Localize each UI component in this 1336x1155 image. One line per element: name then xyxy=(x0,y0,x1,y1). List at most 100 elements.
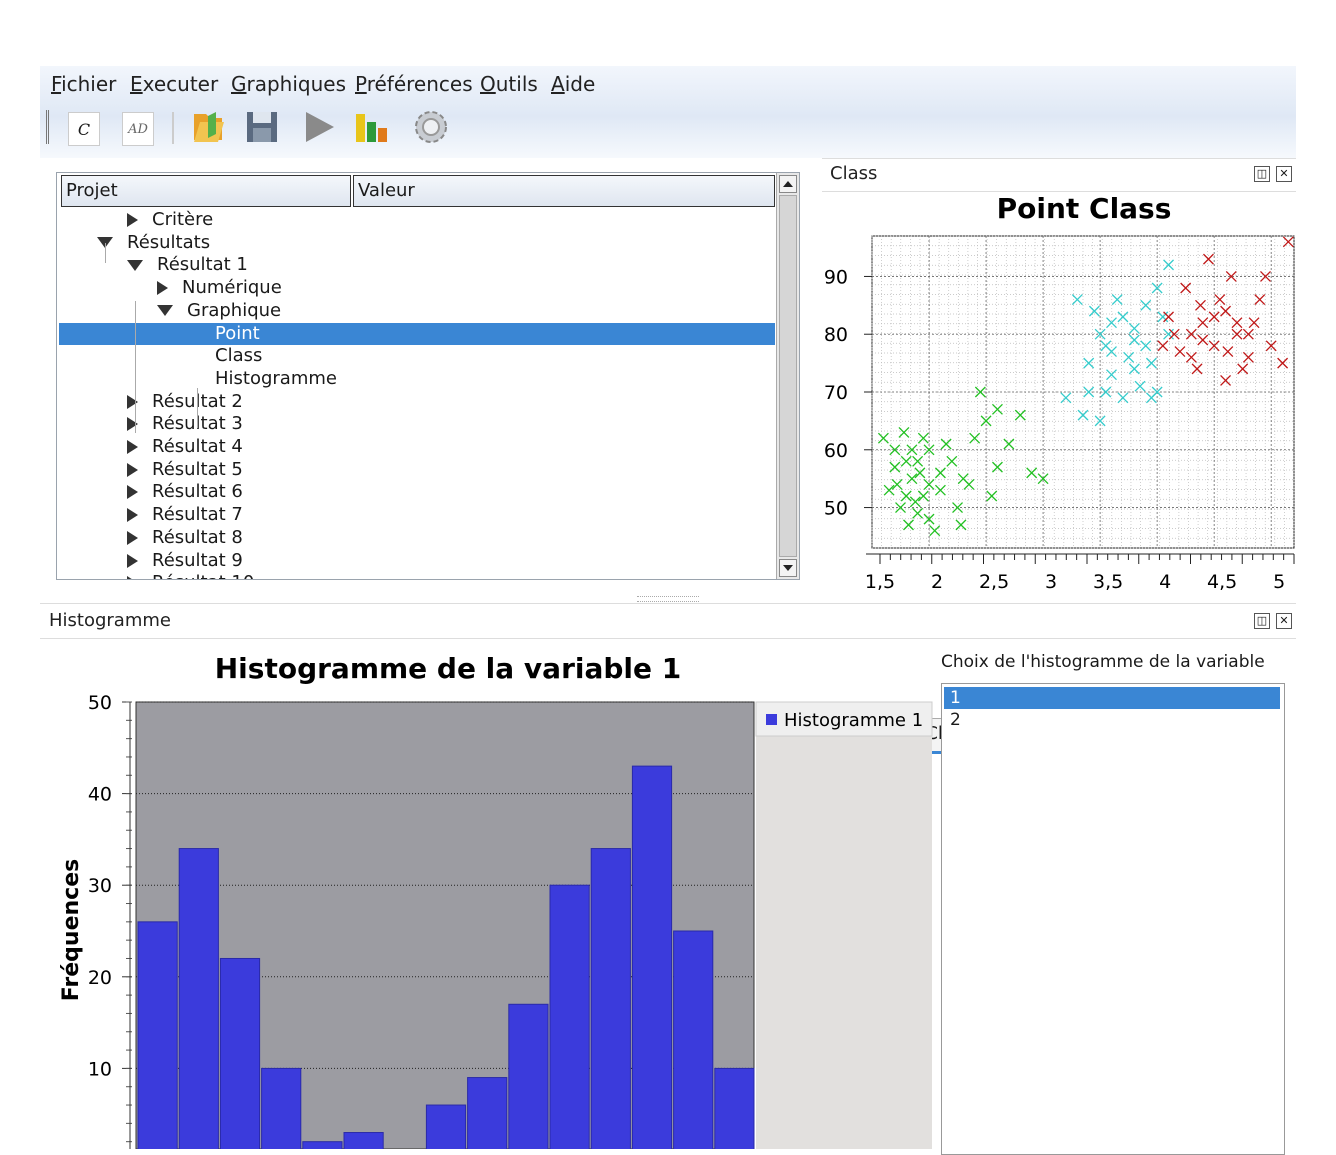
column-header-project[interactable]: Projet xyxy=(61,175,351,207)
tree-item[interactable]: Résultat 7 xyxy=(127,504,243,526)
histogram-choice-item[interactable]: 1 xyxy=(944,687,1280,709)
close-icon[interactable]: ✕ xyxy=(1276,166,1292,182)
chart-icon[interactable] xyxy=(354,108,394,146)
histogram-choice-item[interactable]: 2 xyxy=(944,709,1280,731)
scatter-title: Point Class xyxy=(997,192,1172,225)
c-doc-icon[interactable]: C xyxy=(68,112,100,146)
expanded-arrow-icon[interactable] xyxy=(157,305,173,317)
column-header-value[interactable]: Valeur xyxy=(353,175,775,207)
float-icon[interactable]: ◫ xyxy=(1254,613,1270,629)
tree-scrollbar[interactable] xyxy=(776,173,799,579)
menu-mnemonic: A xyxy=(551,72,565,96)
scatter-x-tick-label: 4,5 xyxy=(1207,571,1237,593)
menu-mnemonic: E xyxy=(130,72,143,96)
collapsed-arrow-icon[interactable] xyxy=(127,213,138,227)
tree-item-label: Résultat 10 xyxy=(152,572,254,579)
menu-1[interactable]: Executer xyxy=(130,72,218,96)
tree-item-label: Résultat 5 xyxy=(152,458,243,480)
gear-icon[interactable] xyxy=(412,108,452,146)
collapsed-arrow-icon[interactable] xyxy=(127,553,138,568)
class-dock-header xyxy=(822,158,1296,192)
scatter-x-tick-label: 2,5 xyxy=(979,571,1009,593)
tree-item-label: Critère xyxy=(152,209,214,230)
collapsed-arrow-icon[interactable] xyxy=(127,440,138,454)
menu-4[interactable]: Outils xyxy=(480,72,538,96)
tree-item[interactable]: Résultat 9 xyxy=(127,550,243,572)
tree-item[interactable]: Numérique xyxy=(157,277,282,299)
histogram-y-tick-label: 50 xyxy=(88,692,112,714)
menu-0[interactable]: Fichier xyxy=(51,72,116,96)
tree-item[interactable]: Class xyxy=(215,345,262,367)
tree-item[interactable]: Graphique xyxy=(157,300,281,322)
scroll-up-button[interactable] xyxy=(779,175,797,193)
tree-item-label: Résultat 9 xyxy=(152,549,243,571)
histogram-bar xyxy=(261,1067,302,1149)
histogram-title: Histogramme de la variable 1 xyxy=(215,652,681,685)
menu-label-rest: utils xyxy=(495,72,538,96)
collapsed-arrow-icon[interactable] xyxy=(127,485,138,500)
collapsed-arrow-icon[interactable] xyxy=(127,417,138,432)
expanded-arrow-icon[interactable] xyxy=(127,259,143,271)
menu-3[interactable]: Préférences xyxy=(355,72,473,96)
menu-5[interactable]: Aide xyxy=(551,72,595,96)
histogram-dock-header: Histogramme ◫ ✕ xyxy=(40,603,1296,639)
project-tree[interactable]: Projet Valeur Critère Résultats Résultat 1… xyxy=(56,172,800,580)
histogram-bar xyxy=(714,1067,755,1149)
histogram-choice-list[interactable]: 12 xyxy=(941,683,1285,1155)
tree-item[interactable]: Critère xyxy=(127,209,213,231)
collapsed-arrow-icon[interactable] xyxy=(127,462,138,477)
chevron-down-icon xyxy=(783,565,793,571)
legend-label: Histogramme 1 xyxy=(784,710,923,731)
tree-item-label: Graphique xyxy=(187,299,282,321)
scatter-x-tick-label: 3,5 xyxy=(1093,571,1123,593)
collapsed-arrow-icon[interactable] xyxy=(127,530,138,545)
tree-item[interactable]: Résultats xyxy=(97,232,210,254)
tree-item-label: Résultat 7 xyxy=(152,504,243,526)
tree-item[interactable]: Point xyxy=(215,323,260,345)
tree-selection xyxy=(59,322,775,345)
tree-item[interactable]: Résultat 2 xyxy=(127,391,243,413)
collapsed-arrow-icon[interactable] xyxy=(127,508,138,523)
histogram-bar xyxy=(425,1104,467,1149)
tree-item[interactable]: Résultat 10 xyxy=(127,572,254,579)
save-icon[interactable] xyxy=(244,108,280,146)
scroll-down-button[interactable] xyxy=(779,559,797,577)
histogram-bar xyxy=(219,957,261,1149)
histogram-bar xyxy=(178,848,219,1149)
run-icon[interactable] xyxy=(302,108,338,146)
splitter-handle[interactable] xyxy=(637,596,699,602)
tree-item[interactable]: Résultat 8 xyxy=(127,527,243,549)
toolbar-grip[interactable] xyxy=(46,110,55,144)
tree-item-label: Numérique xyxy=(182,277,282,299)
histogram-dock-title: Histogramme xyxy=(49,610,171,631)
c-doc-label: C xyxy=(77,119,91,139)
histogram-y-label: Fréquences xyxy=(59,859,84,1001)
scroll-thumb[interactable] xyxy=(779,195,797,557)
open-folder-icon[interactable] xyxy=(190,108,226,146)
tree-guide-line xyxy=(135,301,136,433)
histogram-bar xyxy=(673,930,714,1149)
close-icon[interactable]: ✕ xyxy=(1276,613,1292,629)
tree-item-label: Histogramme xyxy=(215,367,337,389)
histogram-bar xyxy=(343,1132,384,1149)
tree-item[interactable]: Résultat 6 xyxy=(127,481,243,503)
menu-2[interactable]: Graphiques xyxy=(231,72,346,96)
collapsed-arrow-icon[interactable] xyxy=(157,281,168,296)
collapsed-arrow-icon[interactable] xyxy=(127,576,138,579)
histogram-bar xyxy=(508,1003,549,1149)
tree-item[interactable]: Résultat 3 xyxy=(127,413,243,435)
ad-doc-icon[interactable]: AD xyxy=(122,112,154,146)
tree-item[interactable]: Résultat 4 xyxy=(127,436,243,458)
legend-area xyxy=(756,702,932,1149)
tree-item-label: Point xyxy=(215,322,260,344)
tree-item[interactable]: Résultat 1 xyxy=(127,254,248,276)
float-icon[interactable]: ◫ xyxy=(1254,166,1270,182)
histogram-y-tick-label: 40 xyxy=(88,784,112,806)
class-dock-title: Class xyxy=(830,163,878,184)
tree-item[interactable]: Histogramme xyxy=(215,368,337,390)
scatter-y-tick-label: 50 xyxy=(824,498,848,520)
menu-label-rest: raphiques xyxy=(246,72,347,96)
collapsed-arrow-icon[interactable] xyxy=(127,394,138,409)
tree-item[interactable]: Résultat 5 xyxy=(127,459,243,481)
histogram-bar xyxy=(590,848,631,1149)
